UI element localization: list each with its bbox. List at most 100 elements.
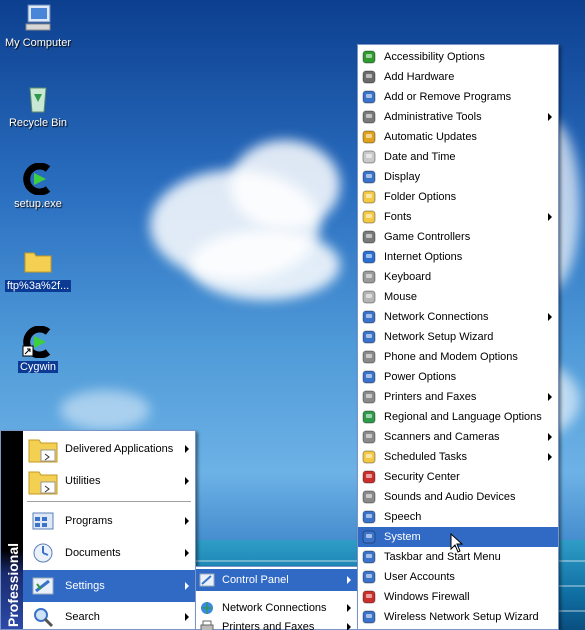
start-item-programs[interactable]: Programs	[23, 505, 195, 537]
sounds-icon	[360, 489, 378, 505]
automatic-updates-icon	[360, 129, 378, 145]
desktop-icon-recycle-bin[interactable]: Recycle Bin	[0, 82, 76, 129]
settings-item-control-panel[interactable]: Control Panel	[196, 569, 357, 591]
admin-tools-icon	[360, 109, 378, 125]
control-panel-item-speech[interactable]: Speech	[358, 507, 558, 527]
scheduled-tasks-icon	[360, 449, 378, 465]
network-icon	[198, 600, 216, 616]
control-panel-item-add-hardware[interactable]: Add Hardware	[358, 67, 558, 87]
folder-icon	[27, 434, 59, 464]
start-item-documents[interactable]: Documents	[23, 537, 195, 569]
chevron-right-icon	[548, 393, 552, 401]
control-panel-item-game-controllers[interactable]: Game Controllers	[358, 227, 558, 247]
start-item-settings[interactable]: Settings	[23, 570, 195, 602]
control-panel-item-keyboard[interactable]: Keyboard	[358, 267, 558, 287]
user-accounts-icon	[360, 569, 378, 585]
control-panel-item-accessibility-options[interactable]: Accessibility Options	[358, 47, 558, 67]
control-panel-item-date-and-time[interactable]: Date and Time	[358, 147, 558, 167]
chevron-right-icon	[347, 604, 351, 612]
taskbar-icon	[360, 549, 378, 565]
desktop-icon-cygwin[interactable]: Cygwin	[0, 325, 76, 373]
wireless-setup-icon	[360, 609, 378, 625]
control-panel-item-fonts[interactable]: Fonts	[358, 207, 558, 227]
control-panel-item-internet-options[interactable]: Internet Options	[358, 247, 558, 267]
control-panel-item-administrative-tools[interactable]: Administrative Tools	[358, 107, 558, 127]
control-panel-item-regional-and-language-options[interactable]: Regional and Language Options	[358, 407, 558, 427]
desktop-icon-my-computer[interactable]: My Computer	[0, 2, 76, 49]
control-panel-item-display[interactable]: Display	[358, 167, 558, 187]
control-panel-item-user-accounts[interactable]: User Accounts	[358, 567, 558, 587]
chevron-right-icon	[347, 623, 351, 630]
printer-icon	[198, 619, 216, 630]
phone-modem-icon	[360, 349, 378, 365]
add-remove-programs-icon	[360, 89, 378, 105]
control-panel-item-scanners-and-cameras[interactable]: Scanners and Cameras	[358, 427, 558, 447]
speech-icon	[360, 509, 378, 525]
search-icon	[31, 605, 55, 629]
control-panel-item-sounds-and-audio-devices[interactable]: Sounds and Audio Devices	[358, 487, 558, 507]
settings-submenu: Control Panel Network Connections Printe…	[195, 566, 358, 630]
chevron-right-icon	[548, 453, 552, 461]
control-panel-item-folder-options[interactable]: Folder Options	[358, 187, 558, 207]
start-menu: Professional Delivered Applications Util…	[0, 430, 196, 630]
add-hardware-icon	[360, 69, 378, 85]
menu-separator	[27, 501, 191, 502]
chevron-right-icon	[548, 433, 552, 441]
settings-item-printers-faxes[interactable]: Printers and Faxes	[196, 616, 357, 630]
keyboard-icon	[360, 269, 378, 285]
control-panel-item-scheduled-tasks[interactable]: Scheduled Tasks	[358, 447, 558, 467]
folder-icon	[27, 466, 59, 496]
start-menu-banner: Professional	[1, 431, 23, 629]
fonts-icon	[360, 209, 378, 225]
chevron-right-icon	[548, 313, 552, 321]
control-panel-item-windows-firewall[interactable]: Windows Firewall	[358, 587, 558, 607]
control-panel-item-phone-and-modem-options[interactable]: Phone and Modem Options	[358, 347, 558, 367]
game-controllers-icon	[360, 229, 378, 245]
control-panel-item-wireless-network-setup-wizard[interactable]: Wireless Network Setup Wizard	[358, 607, 558, 627]
start-item-search[interactable]: Search	[23, 603, 195, 630]
chevron-right-icon	[185, 582, 189, 590]
control-panel-item-power-options[interactable]: Power Options	[358, 367, 558, 387]
system-icon	[360, 529, 378, 545]
edition-label: Professional	[5, 542, 21, 627]
date-time-icon	[360, 149, 378, 165]
internet-options-icon	[360, 249, 378, 265]
cygwin-setup-icon	[22, 162, 54, 196]
control-panel-item-network-setup-wizard[interactable]: Network Setup Wizard	[358, 327, 558, 347]
chevron-right-icon	[548, 213, 552, 221]
control-panel-item-automatic-updates[interactable]: Automatic Updates	[358, 127, 558, 147]
control-panel-item-security-center[interactable]: Security Center	[358, 467, 558, 487]
chevron-right-icon	[548, 113, 552, 121]
accessibility-icon	[360, 49, 378, 65]
cygwin-shortcut-icon	[22, 325, 54, 359]
power-options-icon	[360, 369, 378, 385]
chevron-right-icon	[185, 517, 189, 525]
display-icon	[360, 169, 378, 185]
chevron-right-icon	[185, 549, 189, 557]
desktop-icon-ftp-folder[interactable]: ftp%3a%2f...	[0, 245, 76, 292]
network-connections-icon	[360, 309, 378, 325]
mouse-icon	[360, 289, 378, 305]
chevron-right-icon	[347, 576, 351, 584]
start-item-utilities[interactable]: Utilities	[23, 465, 195, 497]
network-setup-icon	[360, 329, 378, 345]
security-center-icon	[360, 469, 378, 485]
folder-options-icon	[360, 189, 378, 205]
chevron-right-icon	[185, 445, 189, 453]
control-panel-icon	[198, 572, 216, 588]
firewall-icon	[360, 589, 378, 605]
chevron-right-icon	[185, 613, 189, 621]
control-panel-item-mouse[interactable]: Mouse	[358, 287, 558, 307]
scanners-icon	[360, 429, 378, 445]
control-panel-item-printers-and-faxes[interactable]: Printers and Faxes	[358, 387, 558, 407]
control-panel-item-add-or-remove-programs[interactable]: Add or Remove Programs	[358, 87, 558, 107]
folder-icon	[22, 245, 54, 277]
programs-icon	[31, 509, 55, 533]
desktop-icon-setup-exe[interactable]: setup.exe	[0, 162, 76, 210]
start-item-delivered-applications[interactable]: Delivered Applications	[23, 433, 195, 465]
settings-icon	[31, 574, 55, 598]
my-computer-icon	[22, 2, 54, 34]
regional-icon	[360, 409, 378, 425]
documents-icon	[31, 541, 55, 565]
control-panel-item-network-connections[interactable]: Network Connections	[358, 307, 558, 327]
